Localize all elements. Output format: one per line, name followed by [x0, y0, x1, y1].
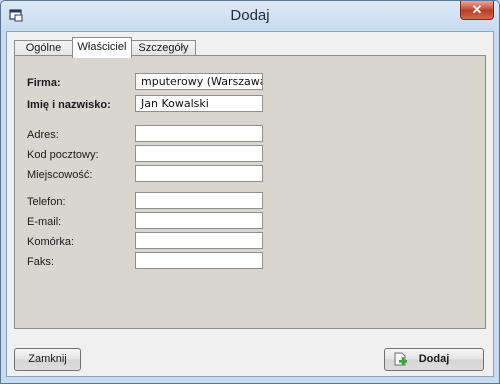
- firma-field[interactable]: mputerowy (Warszawa): [135, 73, 263, 90]
- imie-nazwisko-label: Imię i nazwisko:: [27, 99, 111, 111]
- tab-panel-wlasciciel: Firma: mputerowy (Warszawa) Imię i nazwi…: [14, 55, 486, 329]
- imie-nazwisko-field[interactable]: Jan Kowalski: [135, 95, 263, 112]
- telefon-label: Telefon:: [27, 196, 66, 208]
- dodaj-button-label: Dodaj: [418, 353, 450, 365]
- adres-label: Adres:: [27, 129, 59, 141]
- email-field[interactable]: [135, 212, 263, 229]
- zamknij-button[interactable]: Zamknij: [14, 348, 81, 371]
- client-area: Ogólne Właściciel Szczegóły Firma: mpute…: [6, 31, 494, 377]
- telefon-field[interactable]: [135, 192, 263, 209]
- dodaj-button[interactable]: Dodaj: [384, 348, 484, 371]
- tab-wlasciciel[interactable]: Właściciel: [72, 37, 132, 58]
- komorka-field[interactable]: [135, 232, 263, 249]
- faks-field[interactable]: [135, 252, 263, 269]
- email-label: E-mail:: [27, 216, 62, 228]
- miejscowosc-field[interactable]: [135, 165, 263, 182]
- komorka-label: Komórka:: [27, 236, 75, 248]
- add-document-icon: [394, 352, 407, 366]
- window-title: Dodaj: [230, 7, 270, 24]
- kod-pocztowy-label: Kod pocztowy:: [27, 149, 99, 161]
- faks-label: Faks:: [27, 256, 54, 268]
- miejscowosc-label: Miejscowość:: [27, 169, 93, 181]
- firma-label: Firma:: [27, 77, 61, 89]
- title-bar[interactable]: Dodaj ✕: [1, 1, 499, 31]
- close-window-button[interactable]: ✕: [460, 1, 494, 20]
- dialog-window: Dodaj ✕ Ogólne Właściciel Szczegóły Firm…: [0, 0, 500, 384]
- adres-field[interactable]: [135, 125, 263, 142]
- kod-pocztowy-field[interactable]: [135, 145, 263, 162]
